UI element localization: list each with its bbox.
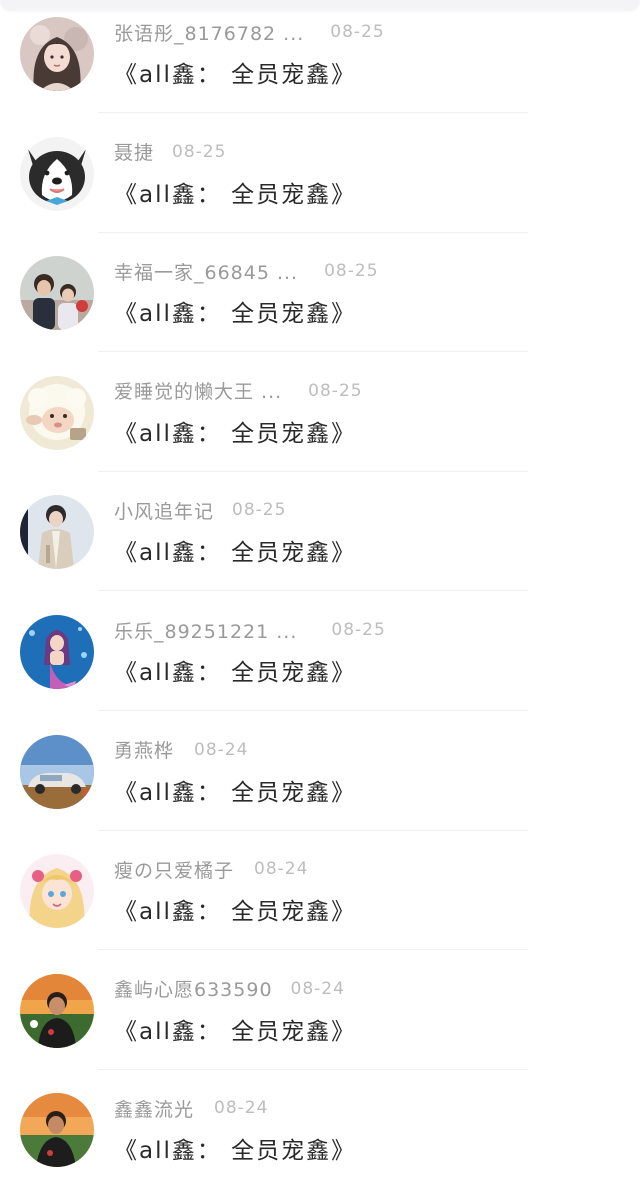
comment-text[interactable]: 《all鑫： 全员宠鑫》 bbox=[114, 892, 356, 926]
row-divider bbox=[98, 470, 528, 472]
row-divider bbox=[98, 590, 528, 592]
row-divider bbox=[98, 231, 528, 233]
list-item[interactable]: 鑫鑫流光 08-24 《all鑫： 全员宠鑫》 bbox=[0, 1076, 640, 1196]
comment-date: 08-24 bbox=[194, 739, 249, 760]
avatar-sheep-cartoon-icon[interactable] bbox=[20, 375, 94, 450]
comment-text[interactable]: 《all鑫： 全员宠鑫》 bbox=[114, 175, 356, 209]
list-item[interactable]: 瘦の只爱橘子 08-24 《all鑫： 全员宠鑫》 bbox=[0, 837, 640, 957]
list-item[interactable]: 勇燕桦 08-24 《all鑫： 全员宠鑫》 bbox=[0, 718, 640, 838]
username[interactable]: 幸福一家_66845 ... bbox=[114, 258, 298, 285]
list-item[interactable]: 爱睡觉的懒大王 ... 08-25 《all鑫： 全员宠鑫》 bbox=[0, 359, 640, 479]
username[interactable]: 鑫屿心愿633590 bbox=[114, 975, 273, 1002]
comment-text[interactable]: 《all鑫： 全员宠鑫》 bbox=[114, 55, 356, 89]
list-item[interactable]: 幸福一家_66845 ... 08-25 《all鑫： 全员宠鑫》 bbox=[0, 239, 640, 359]
list-item[interactable]: 鑫屿心愿633590 08-24 《all鑫： 全员宠鑫》 bbox=[0, 957, 640, 1077]
avatar-family-photo-icon[interactable] bbox=[20, 256, 94, 331]
row-divider bbox=[98, 1068, 528, 1070]
username[interactable]: 瘦の只爱橘子 bbox=[114, 856, 234, 883]
avatar-man-beach-icon[interactable] bbox=[20, 1093, 94, 1168]
avatar-man-coat-icon[interactable] bbox=[20, 495, 94, 570]
avatar-husky-dog-icon[interactable] bbox=[20, 136, 94, 211]
comment-text[interactable]: 《all鑫： 全员宠鑫》 bbox=[114, 773, 356, 807]
avatar-man-sunset-icon[interactable] bbox=[20, 973, 94, 1048]
comment-date: 08-24 bbox=[254, 859, 309, 880]
avatar-anime-girl-icon[interactable] bbox=[20, 17, 94, 91]
row-divider bbox=[98, 710, 528, 711]
username[interactable]: 张语彤_8176782 ... bbox=[114, 19, 304, 46]
list-item[interactable]: 张语彤_8176782 ... 08-25 《all鑫： 全员宠鑫》 bbox=[0, 0, 640, 120]
comment-date: 08-25 bbox=[232, 500, 287, 521]
list-item[interactable]: 小风追年记 08-25 《all鑫： 全员宠鑫》 bbox=[0, 478, 640, 598]
username[interactable]: 聂捷 bbox=[114, 138, 154, 165]
row-divider bbox=[98, 112, 528, 113]
username[interactable]: 小风追年记 bbox=[114, 497, 214, 524]
username[interactable]: 鑫鑫流光 bbox=[114, 1095, 194, 1122]
avatar-mermaid-icon[interactable] bbox=[20, 615, 94, 689]
username[interactable]: 乐乐_89251221 ... bbox=[114, 617, 297, 644]
list-item[interactable]: 乐乐_89251221 ... 08-25 《all鑫： 全员宠鑫》 bbox=[0, 598, 640, 718]
comment-date: 08-25 bbox=[324, 261, 379, 282]
comment-date: 08-25 bbox=[330, 22, 385, 42]
row-divider bbox=[98, 949, 528, 951]
comment-date: 08-24 bbox=[290, 978, 345, 999]
comment-date: 08-25 bbox=[331, 620, 386, 640]
comment-text[interactable]: 《all鑫： 全员宠鑫》 bbox=[114, 533, 356, 567]
avatar-car-sky-icon[interactable] bbox=[20, 734, 94, 809]
avatar-anime-blonde-icon[interactable] bbox=[20, 854, 94, 929]
list-item[interactable]: 聂捷 08-25 《all鑫： 全员宠鑫》 bbox=[0, 120, 640, 240]
comment-date: 08-25 bbox=[308, 380, 363, 401]
username[interactable]: 勇燕桦 bbox=[114, 736, 174, 763]
comment-date: 08-24 bbox=[214, 1098, 269, 1119]
comment-text[interactable]: 《all鑫： 全员宠鑫》 bbox=[114, 414, 356, 448]
comment-text[interactable]: 《all鑫： 全员宠鑫》 bbox=[114, 294, 356, 328]
comment-date: 08-25 bbox=[172, 141, 227, 162]
username[interactable]: 爱睡觉的懒大王 ... bbox=[114, 377, 282, 404]
comment-text[interactable]: 《all鑫： 全员宠鑫》 bbox=[114, 653, 356, 687]
row-divider bbox=[98, 829, 528, 831]
row-divider bbox=[98, 351, 528, 353]
comment-text[interactable]: 《all鑫： 全员宠鑫》 bbox=[114, 1012, 356, 1046]
comment-text[interactable]: 《all鑫： 全员宠鑫》 bbox=[114, 1131, 356, 1165]
